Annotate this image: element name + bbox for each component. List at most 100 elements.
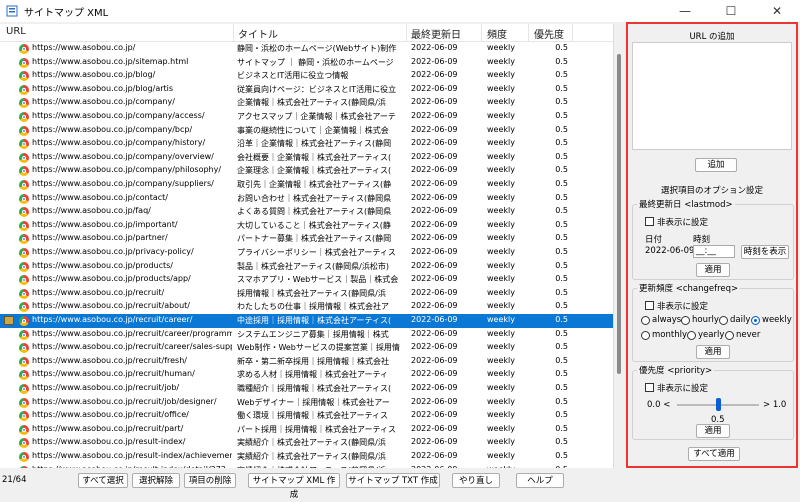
- column-header-title[interactable]: タイトル: [238, 26, 278, 41]
- chrome-icon: [19, 57, 29, 68]
- priority-cell: 0.5: [555, 83, 568, 93]
- date-cell: 2022-06-09: [411, 451, 458, 460]
- date-cell: 2022-06-09: [411, 219, 458, 229]
- radio-hourly[interactable]: [681, 316, 690, 325]
- column-header-url[interactable]: URL: [6, 26, 26, 37]
- priority-group-label: 優先度 <priority>: [637, 364, 715, 376]
- radio-label-daily: daily: [730, 315, 751, 325]
- title-cell: 取引先｜企業情報｜株式会社アーティス(静: [237, 180, 392, 189]
- url-cell: https://www.asobou.co.jp/result-index/de…: [32, 465, 232, 468]
- time-input[interactable]: __:__: [693, 245, 735, 258]
- lastmod-apply-button[interactable]: 適用: [696, 263, 730, 277]
- radio-yearly[interactable]: [687, 331, 696, 340]
- url-list[interactable]: URL タイトル 最終更新日 頻度 優先度 https://www.asobou…: [0, 24, 614, 468]
- changefreq-hide-checkbox[interactable]: [645, 301, 654, 310]
- radio-never[interactable]: [725, 331, 734, 340]
- table-row[interactable]: https://www.asobou.co.jp/company/bcp/事業の…: [0, 124, 613, 138]
- table-row[interactable]: https://www.asobou.co.jp/blog/ビジネスとIT活用に…: [0, 69, 613, 83]
- chrome-icon: [19, 220, 29, 231]
- table-row[interactable]: https://www.asobou.co.jp/recruit/job/des…: [0, 396, 613, 410]
- url-cell: https://www.asobou.co.jp/recruit/job/des…: [32, 396, 217, 406]
- chrome-icon: [19, 438, 29, 449]
- column-header-date[interactable]: 最終更新日: [411, 26, 461, 41]
- select-all-button[interactable]: すべて選択: [78, 473, 128, 488]
- add-button[interactable]: 追加: [695, 158, 737, 172]
- table-row[interactable]: https://www.asobou.co.jp/company/history…: [0, 137, 613, 151]
- lastmod-hide-checkbox[interactable]: [645, 217, 654, 226]
- table-row[interactable]: https://www.asobou.co.jp/recruit/career/…: [0, 341, 613, 355]
- table-row[interactable]: https://www.asobou.co.jp/recruit/office/…: [0, 409, 613, 423]
- table-row[interactable]: https://www.asobou.co.jp/recruit/part/パー…: [0, 423, 613, 437]
- maximize-button[interactable]: ☐: [708, 0, 754, 22]
- frequency-cell: weekly: [487, 111, 515, 120]
- table-row[interactable]: https://www.asobou.co.jp/products/製品｜株式会…: [0, 260, 613, 274]
- priority-cell: 0.5: [555, 274, 568, 284]
- url-cell: https://www.asobou.co.jp/important/: [32, 219, 178, 229]
- table-row[interactable]: https://www.asobou.co.jp/products/app/スマ…: [0, 273, 613, 287]
- frequency-cell: weekly: [487, 233, 515, 243]
- table-row[interactable]: https://www.asobou.co.jp/sitemap.html サイト…: [0, 56, 613, 70]
- table-row[interactable]: https://www.asobou.co.jp/recruit/about/わ…: [0, 300, 613, 314]
- redo-button[interactable]: やり直し: [452, 473, 500, 488]
- help-button[interactable]: ヘルプ: [516, 473, 564, 488]
- title-cell: 企業情報｜株式会社アーティス(静岡県/浜: [237, 98, 386, 108]
- table-row[interactable]: https://www.asobou.co.jp/privacy-policy/…: [0, 246, 613, 260]
- table-row[interactable]: https://www.asobou.co.jp/recruit/career/…: [0, 314, 613, 328]
- changefreq-apply-button[interactable]: 適用: [696, 345, 730, 359]
- chrome-icon: [19, 152, 29, 163]
- slider-thumb[interactable]: [715, 398, 721, 411]
- close-button[interactable]: ✕: [754, 0, 800, 22]
- scrollbar-thumb[interactable]: [617, 54, 621, 374]
- create-txt-button[interactable]: サイトマップ TXT 作成: [346, 473, 440, 488]
- table-row[interactable]: https://www.asobou.co.jp/静岡・浜松のホームページ(We…: [0, 42, 613, 56]
- column-header-priority[interactable]: 優先度: [534, 26, 564, 41]
- table-row[interactable]: https://www.asobou.co.jp/company/philoso…: [0, 164, 613, 178]
- priority-cell: 0.5: [555, 192, 568, 202]
- priority-cell: 0.5: [555, 70, 568, 80]
- add-url-textarea[interactable]: [632, 42, 792, 150]
- frequency-cell: weekly: [487, 437, 515, 447]
- radio-monthly[interactable]: [641, 331, 650, 340]
- column-header-frequency[interactable]: 頻度: [487, 26, 507, 41]
- table-row[interactable]: https://www.asobou.co.jp/contact/お問い合わせ｜…: [0, 192, 613, 206]
- radio-weekly[interactable]: [751, 316, 760, 325]
- table-row[interactable]: https://www.asobou.co.jp/company/supplie…: [0, 178, 613, 192]
- radio-always[interactable]: [641, 316, 650, 325]
- show-time-button[interactable]: 時刻を表示: [741, 245, 789, 259]
- table-row[interactable]: https://www.asobou.co.jp/faq/よくある質問｜株式会社…: [0, 205, 613, 219]
- table-row[interactable]: https://www.asobou.co.jp/recruit/job/職種紹…: [0, 382, 613, 396]
- table-row[interactable]: https://www.asobou.co.jp/result-index/de…: [0, 464, 613, 468]
- table-row[interactable]: https://www.asobou.co.jp/recruit/human/求…: [0, 368, 613, 382]
- priority-apply-button[interactable]: 適用: [696, 424, 730, 438]
- table-row[interactable]: https://www.asobou.co.jp/result-index/ac…: [0, 450, 613, 464]
- apply-all-button[interactable]: すべて適用: [688, 447, 740, 461]
- table-row[interactable]: https://www.asobou.co.jp/recruit/career/…: [0, 328, 613, 342]
- priority-cell: 0.5: [555, 342, 568, 352]
- frequency-cell: weekly: [487, 451, 515, 460]
- priority-hide-checkbox[interactable]: [645, 383, 654, 392]
- date-cell: 2022-06-09: [411, 83, 458, 93]
- frequency-cell: weekly: [487, 369, 515, 379]
- table-row[interactable]: https://www.asobou.co.jp/company/access/…: [0, 110, 613, 124]
- frequency-cell: weekly: [487, 410, 515, 420]
- url-cell: https://www.asobou.co.jp/result-index/ac…: [32, 451, 232, 460]
- date-value[interactable]: 2022-06-09: [645, 246, 694, 256]
- table-row[interactable]: https://www.asobou.co.jp/company/企業情報｜株式…: [0, 96, 613, 110]
- frequency-cell: weekly: [487, 138, 515, 148]
- table-row[interactable]: https://www.asobou.co.jp/partner/パートナー募集…: [0, 232, 613, 246]
- table-row[interactable]: https://www.asobou.co.jp/recruit/fresh/新…: [0, 355, 613, 369]
- create-xml-button[interactable]: サイトマップ XML 作成: [248, 473, 340, 500]
- delete-items-button[interactable]: 項目の削除: [184, 473, 236, 488]
- minimize-button[interactable]: —: [662, 0, 708, 22]
- list-scrollbar[interactable]: [614, 24, 624, 468]
- deselect-button[interactable]: 選択解除: [132, 473, 180, 488]
- table-row[interactable]: https://www.asobou.co.jp/result-index/実績…: [0, 436, 613, 450]
- priority-cell: 0.5: [555, 233, 568, 243]
- priority-slider[interactable]: [677, 398, 759, 412]
- table-row[interactable]: https://www.asobou.co.jp/company/overvie…: [0, 151, 613, 165]
- table-row[interactable]: https://www.asobou.co.jp/important/大切してい…: [0, 219, 613, 233]
- table-row[interactable]: https://www.asobou.co.jp/recruit/採用情報｜株式…: [0, 287, 613, 301]
- url-cell: https://www.asobou.co.jp/privacy-policy/: [32, 247, 194, 256]
- radio-daily[interactable]: [719, 316, 728, 325]
- table-row[interactable]: https://www.asobou.co.jp/blog/artis 従業員向け…: [0, 83, 613, 97]
